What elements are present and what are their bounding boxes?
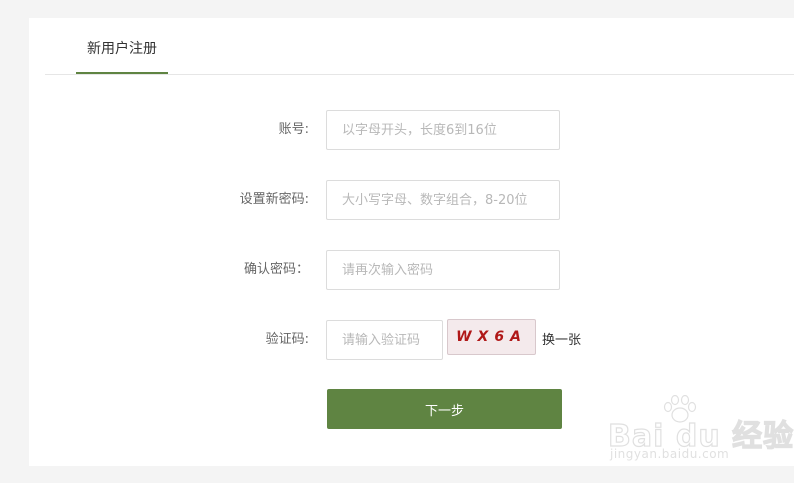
new-password-input[interactable]	[326, 180, 560, 220]
watermark-url: jingyan.baidu.com	[610, 447, 730, 461]
new-password-row: 设置新密码:	[29, 180, 794, 220]
captcha-label: 验证码:	[265, 332, 309, 347]
captcha-row: 验证码: WX6A 换一张	[29, 319, 794, 360]
watermark: Bai du 经验 jingyan.baidu.com	[580, 395, 794, 465]
new-password-label: 设置新密码:	[239, 192, 309, 207]
account-input[interactable]	[326, 110, 560, 150]
confirm-password-row: 确认密码：	[29, 250, 794, 290]
captcha-refresh-link[interactable]: 换一张	[542, 320, 581, 360]
account-label: 账号:	[278, 122, 309, 137]
next-step-button[interactable]: 下一步	[327, 389, 562, 429]
confirm-password-label: 确认密码：	[243, 262, 309, 277]
tab-new-user-registration[interactable]: 新用户注册	[76, 18, 168, 74]
confirm-password-input[interactable]	[326, 250, 560, 290]
captcha-image[interactable]: WX6A	[447, 319, 536, 355]
captcha-input[interactable]	[326, 320, 443, 360]
account-row: 账号:	[29, 110, 794, 150]
tab-bar: 新用户注册	[45, 18, 794, 75]
